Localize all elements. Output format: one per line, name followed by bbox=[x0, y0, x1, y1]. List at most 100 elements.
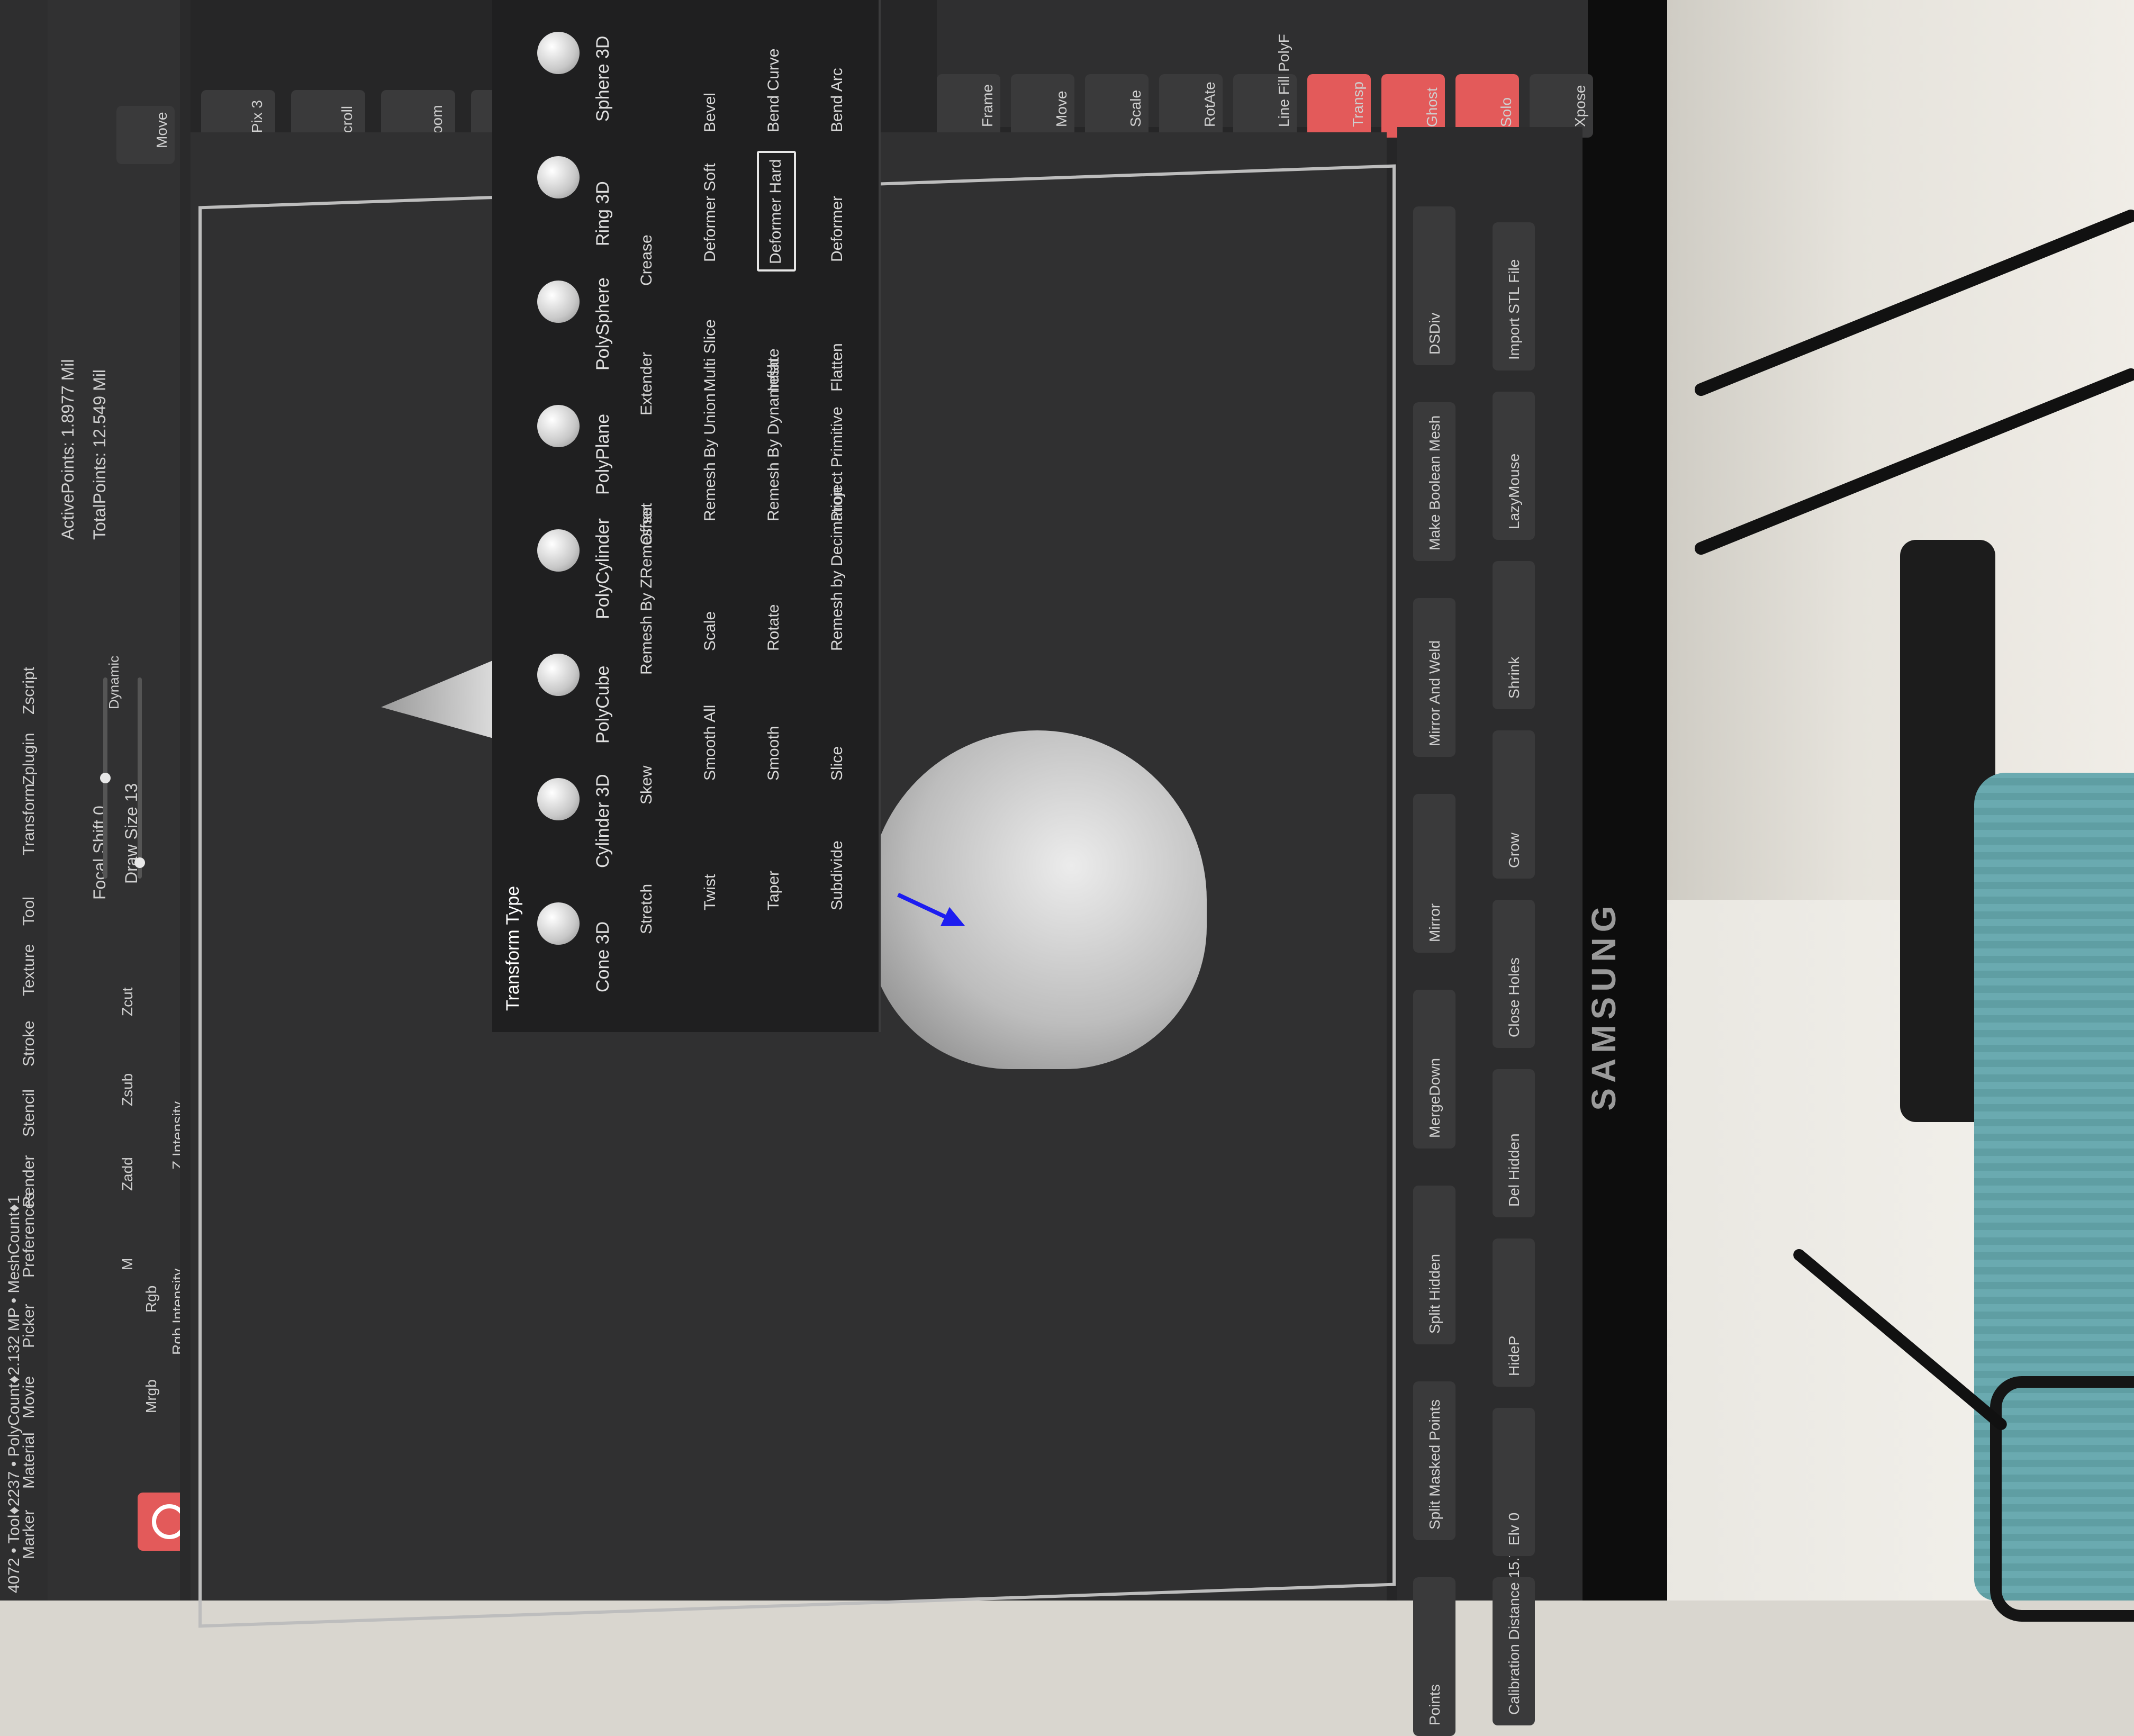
tool-button[interactable]: RotAte bbox=[1159, 74, 1223, 138]
bottom-label: Split Masked Points bbox=[1426, 1399, 1443, 1530]
deformer-item[interactable]: Deformer Soft bbox=[693, 151, 728, 267]
deformer-item[interactable]: Stretch bbox=[630, 823, 665, 939]
deformer-item[interactable]: Rotate bbox=[757, 540, 792, 656]
shape-item[interactable]: PolySphere bbox=[513, 270, 613, 386]
bottom-button[interactable]: Grow bbox=[1493, 730, 1535, 879]
deformer-item[interactable]: Remesh by Decimation bbox=[820, 487, 855, 656]
deformer-item[interactable]: Remesh By ZRemesher bbox=[630, 505, 665, 680]
shape-icon bbox=[537, 529, 580, 572]
zadd-toggle[interactable]: Zadd bbox=[119, 1157, 136, 1191]
deformer-item[interactable]: Smooth bbox=[757, 670, 792, 786]
bottom-button[interactable]: Mirror bbox=[1413, 794, 1455, 953]
bottom-button[interactable]: LazyMouse bbox=[1493, 392, 1535, 540]
deformer-item[interactable]: Subdivide bbox=[820, 799, 855, 916]
deformer-item[interactable]: Crease bbox=[630, 175, 665, 291]
menu-item[interactable]: Zplugin bbox=[20, 733, 38, 785]
move-nav-button[interactable]: Move bbox=[116, 106, 175, 164]
deformer-item[interactable]: Remesh By Dynamesh bbox=[757, 359, 792, 527]
deformer-item[interactable]: Twist bbox=[693, 799, 728, 916]
dynamic-label[interactable]: Dynamic bbox=[106, 656, 122, 709]
deformer-item[interactable]: Extender bbox=[630, 304, 665, 421]
sculpt-model[interactable] bbox=[868, 730, 1207, 1069]
zbrush-screen: Zscript Zplugin Transform Tool Texture Stroke… bbox=[0, 0, 1593, 1736]
shape-item[interactable]: Cylinder 3D bbox=[513, 767, 613, 884]
rgb-toggle[interactable]: Rgb bbox=[143, 1286, 160, 1313]
bottom-label: Elv 0 bbox=[1506, 1512, 1522, 1545]
menu-item[interactable]: Tool bbox=[20, 897, 38, 926]
bottom-button[interactable]: Mirror And Weld bbox=[1413, 598, 1455, 757]
bottom-label: Split Hidden bbox=[1426, 1254, 1443, 1334]
transform-type-label: Transform Type bbox=[503, 885, 523, 1011]
menu-item[interactable]: Transform bbox=[20, 783, 38, 855]
menu-item[interactable]: Texture bbox=[20, 944, 38, 996]
bottom-button[interactable]: Make Boolean Mesh bbox=[1413, 402, 1455, 561]
deformer-item[interactable]: Remesh By Union bbox=[693, 393, 728, 527]
deformer-item[interactable]: Multi Slice bbox=[693, 281, 728, 397]
deformer-item[interactable]: Taper bbox=[757, 799, 792, 916]
bottom-button[interactable]: DSDiv bbox=[1413, 206, 1455, 365]
bottom-label: Make Boolean Mesh bbox=[1426, 415, 1443, 550]
deformer-item[interactable]: Scale bbox=[693, 540, 728, 656]
shape-item[interactable]: Cone 3D bbox=[513, 892, 613, 1008]
zcut-toggle[interactable]: Zcut bbox=[119, 988, 136, 1016]
m-toggle[interactable]: M bbox=[119, 1258, 136, 1270]
menu-item[interactable]: Stroke bbox=[20, 1020, 38, 1066]
tool-button[interactable]: Frame bbox=[937, 74, 1000, 138]
deformer-item[interactable]: Bend Arc bbox=[820, 21, 855, 138]
shape-item[interactable]: Ring 3D bbox=[513, 146, 613, 262]
deformer-label: Scale bbox=[701, 611, 719, 651]
bottom-label: DSDiv bbox=[1426, 312, 1443, 355]
bottom-button[interactable]: Points bbox=[1413, 1577, 1455, 1736]
bottom-button[interactable]: Import STL File bbox=[1493, 222, 1535, 370]
deformer-item[interactable]: Bend Curve bbox=[757, 21, 792, 138]
bottom-button[interactable]: Calibration Distance 15.723 bbox=[1493, 1533, 1535, 1725]
active-points: ActivePoints: 1.8977 Mil bbox=[58, 359, 77, 540]
tool-button[interactable]: Scale bbox=[1085, 74, 1149, 138]
deformer-label: Remesh by Decimation bbox=[828, 486, 846, 651]
bottom-button[interactable]: Split Hidden bbox=[1413, 1186, 1455, 1344]
bottom-button[interactable]: Shrink bbox=[1493, 561, 1535, 709]
poly-info: 4072 • Tool♦2237 • PolyCount♦2.132 MP • … bbox=[5, 1195, 23, 1593]
menu-item[interactable]: Stencil bbox=[20, 1089, 38, 1137]
deformer-item[interactable]: Flatten bbox=[820, 281, 855, 397]
deformer-item[interactable]: Deformer bbox=[820, 151, 855, 267]
mrgb-toggle[interactable]: Mrgb bbox=[143, 1379, 160, 1413]
tool-label: Solo bbox=[1498, 97, 1514, 127]
bottom-button[interactable]: Split Masked Points bbox=[1413, 1381, 1455, 1540]
shape-label: Sphere 3D bbox=[593, 35, 613, 122]
deformer-item[interactable]: Skew bbox=[630, 693, 665, 810]
bottom-button[interactable]: HideP bbox=[1493, 1238, 1535, 1387]
bottom-label: Points bbox=[1426, 1684, 1443, 1725]
deformer-label: Smooth bbox=[765, 726, 782, 781]
draw-size-knob[interactable] bbox=[134, 857, 145, 868]
tool-label: Transp bbox=[1350, 81, 1366, 127]
shape-item[interactable]: PolyCylinder bbox=[513, 518, 613, 635]
menu-item[interactable]: Zscript bbox=[20, 667, 38, 715]
focal-shift-knob[interactable] bbox=[100, 773, 111, 783]
total-points: TotalPoints: 12.549 Mil bbox=[90, 369, 109, 540]
shape-item[interactable]: PolyCube bbox=[513, 643, 613, 760]
deformer-item[interactable]: Slice bbox=[820, 670, 855, 786]
bottom-button[interactable]: MergeDown bbox=[1413, 990, 1455, 1149]
tool-button[interactable]: Transp bbox=[1307, 74, 1371, 138]
shape-icon bbox=[537, 32, 580, 74]
zsub-toggle[interactable]: Zsub bbox=[119, 1073, 136, 1106]
shape-item[interactable]: PolyPlane bbox=[513, 394, 613, 511]
deformer-item[interactable]: Smooth All bbox=[693, 670, 728, 786]
deformer-label: Stretch bbox=[638, 883, 655, 934]
tool-button[interactable]: Move bbox=[1011, 74, 1074, 138]
deformer-item[interactable]: Deformer Hard bbox=[757, 151, 796, 272]
bottom-button[interactable]: Elv 0 bbox=[1493, 1408, 1535, 1556]
deformer-item[interactable]: Bevel bbox=[693, 21, 728, 138]
deformer-label: Remesh By Dynamesh bbox=[765, 359, 782, 521]
bottom-label: Mirror bbox=[1426, 903, 1443, 942]
bottom-button[interactable]: Close Holes bbox=[1493, 900, 1535, 1048]
deformer-grid: Crease Extender Offset Remesh By ZRemesher S… bbox=[625, 0, 879, 1032]
tool-label: Xpose bbox=[1572, 85, 1588, 127]
shape-label: PolyPlane bbox=[593, 413, 613, 495]
shape-item[interactable]: Sphere 3D bbox=[513, 21, 613, 138]
tool-button[interactable]: Line Fill PolyF bbox=[1233, 34, 1297, 138]
bottom-button[interactable]: Del Hidden bbox=[1493, 1069, 1535, 1217]
draw-size-slider[interactable] bbox=[138, 677, 142, 879]
shape-icon bbox=[537, 156, 580, 198]
